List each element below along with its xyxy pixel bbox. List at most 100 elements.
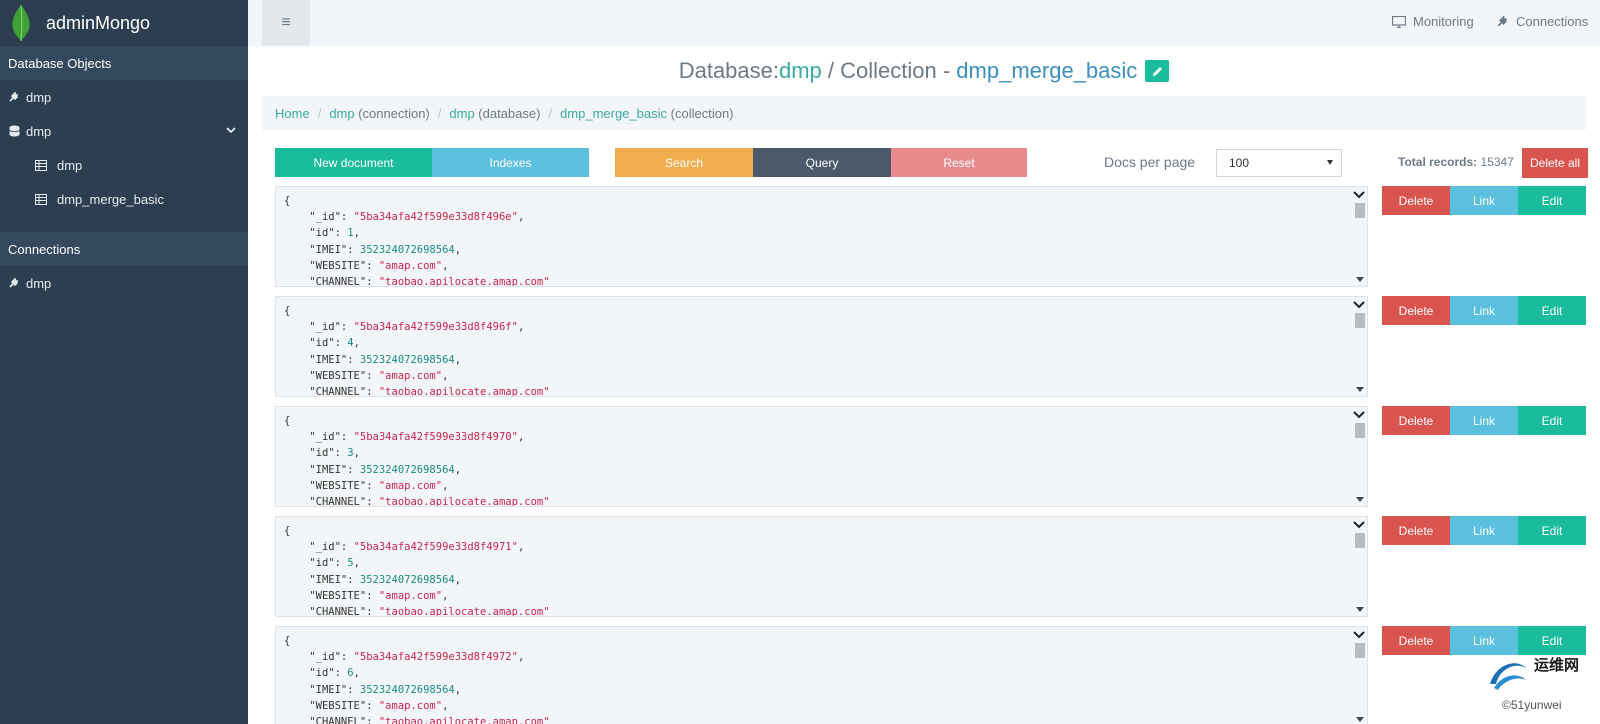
- json-line: "IMEI": 352324072698564,: [309, 353, 462, 366]
- json-line: "IMEI": 352324072698564,: [309, 683, 462, 696]
- database-icon: [8, 125, 20, 137]
- plug-icon: [8, 277, 20, 289]
- edit-document-button[interactable]: Edit: [1518, 296, 1586, 325]
- json-value: "5ba34afa42f599e33d8f496f": [353, 321, 518, 334]
- breadcrumb-collection[interactable]: dmp_merge_basic: [560, 106, 667, 121]
- document-scrollbar[interactable]: [1353, 407, 1367, 506]
- connections-link[interactable]: Connections: [1496, 14, 1588, 29]
- breadcrumb-connection-suffix: (connection): [354, 105, 430, 121]
- scrollbar-thumb[interactable]: [1355, 203, 1365, 218]
- delete-document-button[interactable]: Delete: [1382, 626, 1450, 655]
- reset-button[interactable]: Reset: [891, 148, 1027, 177]
- json-line: "CHANNEL": "taobao.apilocate.amap.com": [309, 276, 550, 287]
- json-value: "amap.com": [378, 369, 443, 382]
- breadcrumb-connection[interactable]: dmp: [329, 106, 354, 121]
- breadcrumb-database[interactable]: dmp: [449, 106, 474, 121]
- edit-document-button[interactable]: Edit: [1518, 516, 1586, 545]
- collapse-chevron-icon[interactable]: [1353, 520, 1365, 530]
- json-key: "_id": [309, 431, 341, 444]
- breadcrumb-home[interactable]: Home: [275, 106, 310, 121]
- delete-document-button[interactable]: Delete: [1382, 296, 1450, 325]
- json-value: 6: [347, 667, 354, 680]
- docs-per-page-label: Docs per page: [1104, 154, 1196, 170]
- scroll-down-arrow-icon[interactable]: [1356, 717, 1364, 722]
- chevron-down-icon[interactable]: [226, 125, 236, 135]
- query-button[interactable]: Query: [753, 148, 891, 177]
- indexes-button[interactable]: Indexes: [432, 148, 589, 177]
- delete-document-button[interactable]: Delete: [1382, 406, 1450, 435]
- json-line: "id": 6,: [309, 667, 360, 680]
- sidebar-item-collection-dmp-merge-basic[interactable]: dmp_merge_basic: [0, 182, 248, 216]
- json-value: 1: [347, 227, 354, 240]
- new-document-button[interactable]: New document: [275, 148, 432, 177]
- json-value: "taobao.apilocate.amap.com": [378, 496, 550, 507]
- document-json-viewer[interactable]: { "_id": "5ba34afa42f599e33d8f496f", "id…: [275, 296, 1368, 397]
- scrollbar-thumb[interactable]: [1355, 643, 1365, 658]
- brand[interactable]: adminMongo: [0, 0, 248, 46]
- connections-label: Connections: [1516, 14, 1589, 29]
- plug-icon: [8, 91, 20, 103]
- watermark-en: ©51yunwei: [1502, 698, 1562, 712]
- document-json-viewer[interactable]: { "_id": "5ba34afa42f599e33d8f496e", "id…: [275, 186, 1368, 287]
- json-open-brace: {: [284, 305, 291, 317]
- collapse-chevron-icon[interactable]: [1353, 300, 1365, 310]
- json-value: 4: [347, 337, 354, 350]
- json-value: "taobao.apilocate.amap.com": [378, 606, 550, 617]
- collapse-chevron-icon[interactable]: [1353, 410, 1365, 420]
- scroll-down-arrow-icon[interactable]: [1356, 277, 1364, 282]
- breadcrumb-database-suffix: (database): [474, 105, 541, 121]
- document-scrollbar[interactable]: [1353, 627, 1367, 724]
- json-key: "_id": [309, 211, 341, 224]
- delete-document-button[interactable]: Delete: [1382, 186, 1450, 215]
- scrollbar-thumb[interactable]: [1355, 313, 1365, 328]
- document-json: { "_id": "5ba34afa42f599e33d8f496e", "id…: [276, 187, 1367, 287]
- json-value: "taobao.apilocate.amap.com": [378, 276, 550, 287]
- search-button[interactable]: Search: [615, 148, 753, 177]
- link-document-button[interactable]: Link: [1450, 186, 1518, 215]
- collapse-chevron-icon[interactable]: [1353, 190, 1365, 200]
- document-scrollbar[interactable]: [1353, 297, 1367, 396]
- link-document-button[interactable]: Link: [1450, 406, 1518, 435]
- menu-toggle-button[interactable]: ≡: [262, 0, 310, 46]
- json-value: 352324072698564: [359, 683, 455, 696]
- json-key: "id": [309, 227, 335, 240]
- delete-document-button[interactable]: Delete: [1382, 516, 1450, 545]
- document-json-viewer[interactable]: { "_id": "5ba34afa42f599e33d8f4970", "id…: [275, 406, 1368, 507]
- document-json-viewer[interactable]: { "_id": "5ba34afa42f599e33d8f4971", "id…: [275, 516, 1368, 617]
- link-document-button[interactable]: Link: [1450, 296, 1518, 325]
- link-document-button[interactable]: Link: [1450, 516, 1518, 545]
- json-line: "id": 1,: [309, 227, 360, 240]
- collapse-chevron-icon[interactable]: [1353, 630, 1365, 640]
- sidebar-item-connection-dmp[interactable]: dmp: [0, 80, 248, 114]
- sidebar-item-collection-dmp[interactable]: dmp: [0, 148, 248, 182]
- docs-per-page-select[interactable]: 100: [1216, 149, 1342, 177]
- scrollbar-thumb[interactable]: [1355, 533, 1365, 548]
- json-line: "id": 3,: [309, 447, 360, 460]
- scroll-down-arrow-icon[interactable]: [1356, 387, 1364, 392]
- scroll-down-arrow-icon[interactable]: [1356, 497, 1364, 502]
- sidebar-item-connection-dmp-2[interactable]: dmp: [0, 266, 248, 300]
- document-json-viewer[interactable]: { "_id": "5ba34afa42f599e33d8f4972", "id…: [275, 626, 1368, 724]
- scrollbar-thumb[interactable]: [1355, 423, 1365, 438]
- app-title: adminMongo: [46, 12, 151, 33]
- json-key: "CHANNEL": [309, 496, 367, 507]
- sidebar-item-database-dmp[interactable]: dmp: [0, 114, 248, 148]
- json-open-brace: {: [284, 635, 291, 647]
- rename-collection-button[interactable]: [1145, 60, 1170, 82]
- json-value: "5ba34afa42f599e33d8f4970": [353, 431, 518, 444]
- document-json: { "_id": "5ba34afa42f599e33d8f4970", "id…: [276, 407, 1367, 507]
- document-scrollbar[interactable]: [1353, 517, 1367, 616]
- json-line: "CHANNEL": "taobao.apilocate.amap.com": [309, 386, 550, 397]
- json-value: 3: [347, 447, 354, 460]
- watermark: 运维网 ©51yunwei: [1480, 650, 1595, 720]
- edit-document-button[interactable]: Edit: [1518, 406, 1586, 435]
- delete-all-button[interactable]: Delete all: [1522, 148, 1588, 178]
- json-key: "CHANNEL": [309, 606, 367, 617]
- monitoring-link[interactable]: Monitoring: [1392, 14, 1474, 29]
- scroll-down-arrow-icon[interactable]: [1356, 607, 1364, 612]
- json-key: "WEBSITE": [309, 699, 367, 712]
- json-key: "id": [309, 667, 335, 680]
- docs-per-page-value: 100: [1229, 156, 1250, 170]
- edit-document-button[interactable]: Edit: [1518, 186, 1586, 215]
- document-scrollbar[interactable]: [1353, 187, 1367, 286]
